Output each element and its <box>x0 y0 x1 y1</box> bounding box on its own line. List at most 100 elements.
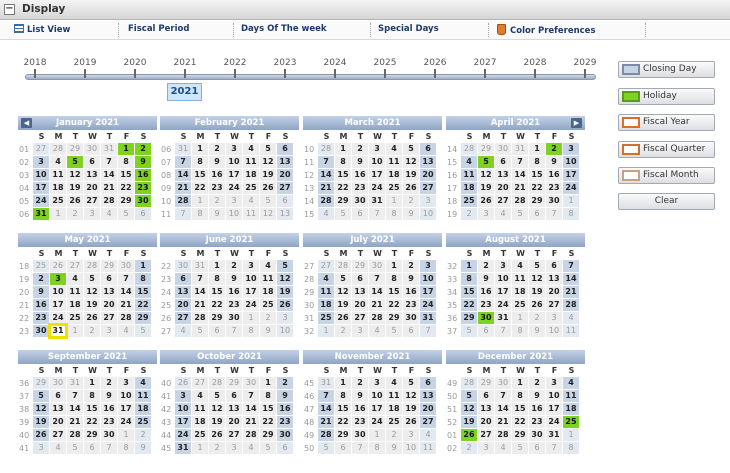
day-cell[interactable]: 23 <box>209 182 225 194</box>
day-cell[interactable]: 25 <box>33 260 49 272</box>
day-cell[interactable]: 18 <box>461 182 477 194</box>
day-cell[interactable]: 9 <box>260 325 276 337</box>
day-cell[interactable]: 23 <box>403 299 419 311</box>
day-cell[interactable]: 6 <box>135 208 151 220</box>
day-cell[interactable]: 11 <box>260 273 276 285</box>
day-cell[interactable]: 29 <box>335 429 351 441</box>
day-cell[interactable]: 6 <box>403 325 419 337</box>
day-cell[interactable]: 11 <box>512 273 528 285</box>
day-cell[interactable]: 14 <box>369 286 385 298</box>
day-cell[interactable]: 16 <box>277 403 293 415</box>
day-cell[interactable]: 6 <box>226 390 242 402</box>
day-cell[interactable]: 27 <box>50 429 66 441</box>
day-cell[interactable]: 29 <box>118 195 134 207</box>
day-cell[interactable]: 4 <box>495 208 511 220</box>
day-cell[interactable]: 2 <box>135 429 151 441</box>
day-cell[interactable]: 21 <box>175 182 191 194</box>
day-cell[interactable]: 10 <box>50 286 66 298</box>
day-cell[interactable]: 7 <box>67 390 83 402</box>
legend-button-fiscal-quarter[interactable]: Fiscal Quarter <box>618 141 715 158</box>
day-cell[interactable]: 2 <box>101 377 117 389</box>
day-cell[interactable]: 14 <box>512 169 528 181</box>
day-cell[interactable]: 6 <box>335 442 351 454</box>
day-cell[interactable]: 29 <box>335 195 351 207</box>
day-cell[interactable]: 23 <box>277 416 293 428</box>
day-cell[interactable]: 17 <box>33 182 49 194</box>
day-cell[interactable]: 31 <box>67 377 83 389</box>
day-cell[interactable]: 11 <box>420 442 436 454</box>
day-cell[interactable]: 28 <box>563 299 579 311</box>
day-cell[interactable]: 18 <box>67 299 83 311</box>
day-cell[interactable]: 7 <box>175 156 191 168</box>
day-cell[interactable]: 28 <box>192 312 208 324</box>
day-cell[interactable]: 5 <box>461 325 477 337</box>
day-cell[interactable]: 6 <box>50 390 66 402</box>
legend-button-fiscal-month[interactable]: Fiscal Month <box>618 167 715 184</box>
day-cell[interactable]: 16 <box>226 286 242 298</box>
day-cell[interactable]: 5 <box>33 390 49 402</box>
day-cell[interactable]: 5 <box>277 260 293 272</box>
day-cell[interactable]: 6 <box>352 273 368 285</box>
day-cell[interactable]: 1 <box>118 429 134 441</box>
day-cell[interactable]: 10 <box>277 325 293 337</box>
day-cell[interactable]: 10 <box>369 390 385 402</box>
day-cell[interactable]: 19 <box>403 403 419 415</box>
day-cell[interactable]: 6 <box>352 208 368 220</box>
day-cell[interactable]: 1 <box>335 377 351 389</box>
day-cell[interactable]: 15 <box>461 286 477 298</box>
day-cell[interactable]: 29 <box>478 143 494 155</box>
day-cell[interactable]: 25 <box>386 416 402 428</box>
day-cell[interactable]: 28 <box>495 429 511 441</box>
day-cell[interactable]: 9 <box>352 156 368 168</box>
day-cell[interactable]: 21 <box>512 182 528 194</box>
day-cell[interactable]: 2 <box>478 260 494 272</box>
day-cell[interactable]: 30 <box>529 429 545 441</box>
day-cell[interactable]: 10 <box>420 208 436 220</box>
day-cell[interactable]: 10 <box>175 403 191 415</box>
day-cell[interactable]: 31 <box>318 377 334 389</box>
day-cell[interactable]: 18 <box>192 416 208 428</box>
day-cell[interactable]: 26 <box>277 299 293 311</box>
day-cell[interactable]: 8 <box>386 208 402 220</box>
day-cell[interactable]: 28 <box>209 377 225 389</box>
day-cell[interactable]: 2 <box>352 377 368 389</box>
day-cell[interactable]: 30 <box>243 377 259 389</box>
day-cell[interactable]: 8 <box>192 208 208 220</box>
day-cell[interactable]: 30 <box>50 377 66 389</box>
day-cell[interactable]: 31 <box>546 429 562 441</box>
day-cell[interactable]: 3 <box>546 377 562 389</box>
day-cell[interactable]: 2 <box>529 312 545 324</box>
day-cell[interactable]: 1 <box>260 377 276 389</box>
day-cell[interactable]: 10 <box>403 442 419 454</box>
day-cell[interactable]: 4 <box>386 143 402 155</box>
day-cell[interactable]: 5 <box>318 442 334 454</box>
day-cell[interactable]: 22 <box>386 299 402 311</box>
day-cell[interactable]: 8 <box>512 325 528 337</box>
day-cell[interactable]: 3 <box>369 377 385 389</box>
day-cell[interactable]: 8 <box>563 208 579 220</box>
day-cell[interactable]: 9 <box>529 325 545 337</box>
day-cell[interactable]: 3 <box>478 208 494 220</box>
day-cell[interactable]: 26 <box>403 182 419 194</box>
day-cell[interactable]: 8 <box>135 273 151 285</box>
day-cell[interactable]: 1 <box>84 377 100 389</box>
day-cell[interactable]: 5 <box>118 208 134 220</box>
day-cell[interactable]: 3 <box>277 312 293 324</box>
day-cell[interactable]: 8 <box>335 390 351 402</box>
day-cell[interactable]: 1 <box>386 260 402 272</box>
legend-button-closing-day[interactable]: Closing Day <box>618 61 715 78</box>
day-cell[interactable]: 6 <box>84 156 100 168</box>
day-cell[interactable]: 8 <box>386 273 402 285</box>
day-cell[interactable]: 21 <box>318 416 334 428</box>
day-cell[interactable]: 18 <box>386 169 402 181</box>
day-cell[interactable]: 14 <box>101 169 117 181</box>
day-cell[interactable]: 11 <box>192 403 208 415</box>
day-cell[interactable]: 30 <box>478 312 494 324</box>
day-cell[interactable]: 24 <box>243 299 259 311</box>
day-cell[interactable]: 28 <box>243 429 259 441</box>
day-cell[interactable]: 30 <box>403 312 419 324</box>
day-cell[interactable]: 5 <box>260 143 276 155</box>
day-cell[interactable]: 16 <box>135 169 151 181</box>
day-cell[interactable]: 3 <box>226 195 242 207</box>
day-cell[interactable]: 15 <box>118 169 134 181</box>
